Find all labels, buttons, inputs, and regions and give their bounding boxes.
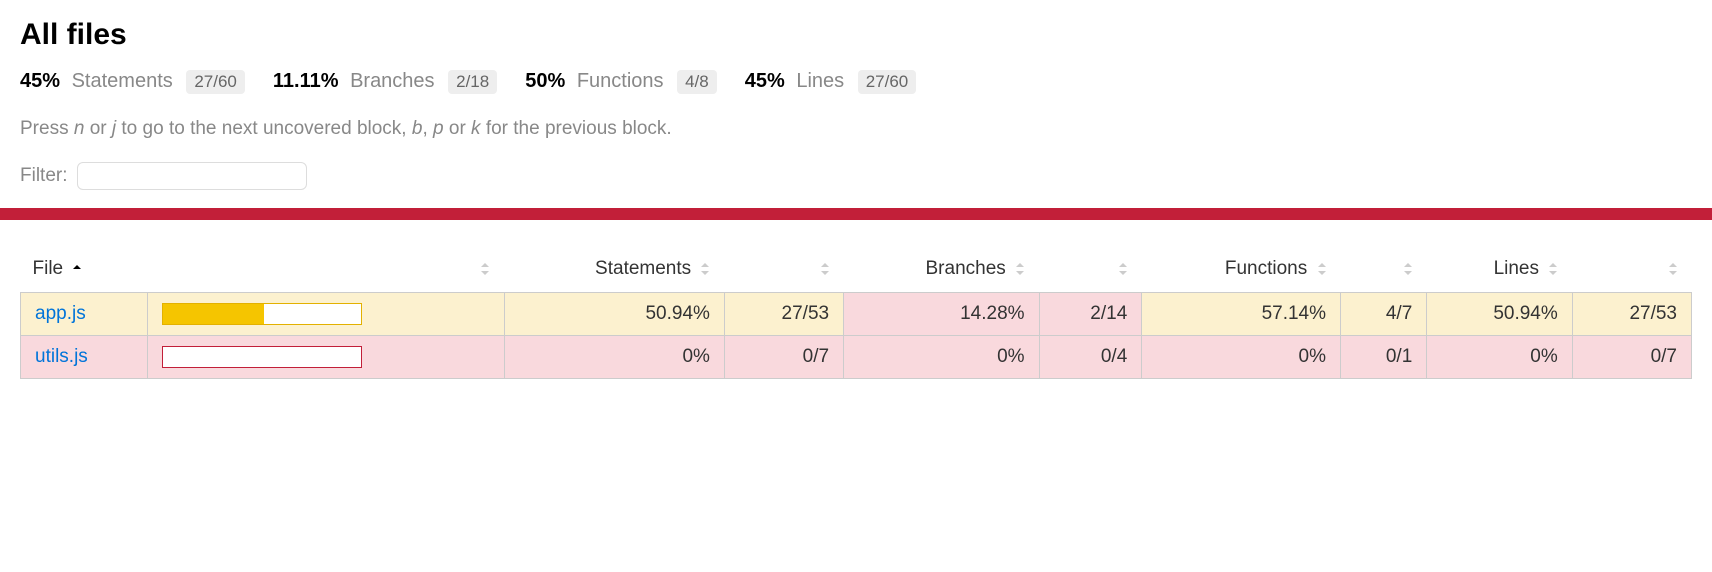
sort-icon [1015,263,1027,275]
sort-asc-icon [72,264,84,274]
sort-icon [700,263,712,275]
cell-func-ratio: 0/1 [1341,336,1427,379]
col-lines-ratio[interactable] [1572,248,1691,293]
col-branches-ratio[interactable] [1039,248,1142,293]
cell-stmt-pct: 0% [504,336,724,379]
cell-bar [148,336,505,379]
cell-branch-pct: 0% [844,336,1039,379]
filter-input[interactable] [77,162,307,190]
sort-icon [1668,263,1680,275]
metric-pct: 45% [20,70,60,92]
col-functions-ratio[interactable] [1341,248,1427,293]
page-title: All files [20,18,1692,52]
col-branches[interactable]: Branches [844,248,1039,293]
metric-label: Functions [577,70,664,92]
cell-line-ratio: 27/53 [1572,293,1691,336]
keyboard-hint: Press n or j to go to the next uncovered… [20,118,1692,140]
cell-func-pct: 57.14% [1142,293,1341,336]
coverage-bar [162,346,362,368]
cell-bar [148,293,505,336]
cell-stmt-ratio: 27/53 [724,293,843,336]
cell-branch-ratio: 2/14 [1039,293,1142,336]
metric-pct: 45% [745,70,785,92]
metric-lines: 45% Lines 27/60 [745,70,917,94]
cell-branch-pct: 14.28% [844,293,1039,336]
metric-branches: 11.11% Branches 2/18 [273,70,497,94]
coverage-bar-fill [163,304,264,324]
cell-func-ratio: 4/7 [1341,293,1427,336]
cell-line-ratio: 0/7 [1572,336,1691,379]
coverage-bar [162,303,362,325]
metric-label: Branches [350,70,435,92]
cell-func-pct: 0% [1142,336,1341,379]
summary-row: 45% Statements 27/60 11.11% Branches 2/1… [20,70,1692,94]
coverage-table: File Statements [20,248,1692,379]
col-file[interactable]: File [21,248,148,293]
status-line [0,208,1712,220]
metric-badge: 27/60 [858,70,917,94]
metric-badge: 4/8 [677,70,717,94]
cell-branch-ratio: 0/4 [1039,336,1142,379]
sort-icon [1317,263,1329,275]
sort-icon [480,263,492,275]
sort-icon [820,263,832,275]
col-lines[interactable]: Lines [1427,248,1572,293]
cell-stmt-ratio: 0/7 [724,336,843,379]
metric-badge: 27/60 [186,70,245,94]
col-statements-ratio[interactable] [724,248,843,293]
file-link[interactable]: utils.js [35,346,88,367]
table-row: utils.js0%0/70%0/40%0/10%0/7 [21,336,1692,379]
col-bar[interactable] [148,248,505,293]
cell-line-pct: 0% [1427,336,1572,379]
metric-statements: 45% Statements 27/60 [20,70,245,94]
cell-line-pct: 50.94% [1427,293,1572,336]
cell-stmt-pct: 50.94% [504,293,724,336]
filter-row: Filter: [20,162,1692,190]
metric-label: Statements [72,70,173,92]
col-statements[interactable]: Statements [504,248,724,293]
col-functions[interactable]: Functions [1142,248,1341,293]
filter-label: Filter: [20,165,68,186]
sort-icon [1403,263,1415,275]
metric-pct: 50% [525,70,565,92]
metric-pct: 11.11% [273,70,339,92]
sort-icon [1548,263,1560,275]
metric-label: Lines [796,70,844,92]
cell-file: app.js [21,293,148,336]
metric-functions: 50% Functions 4/8 [525,70,717,94]
table-row: app.js50.94%27/5314.28%2/1457.14%4/750.9… [21,293,1692,336]
file-link[interactable]: app.js [35,303,86,324]
metric-badge: 2/18 [448,70,497,94]
sort-icon [1118,263,1130,275]
cell-file: utils.js [21,336,148,379]
